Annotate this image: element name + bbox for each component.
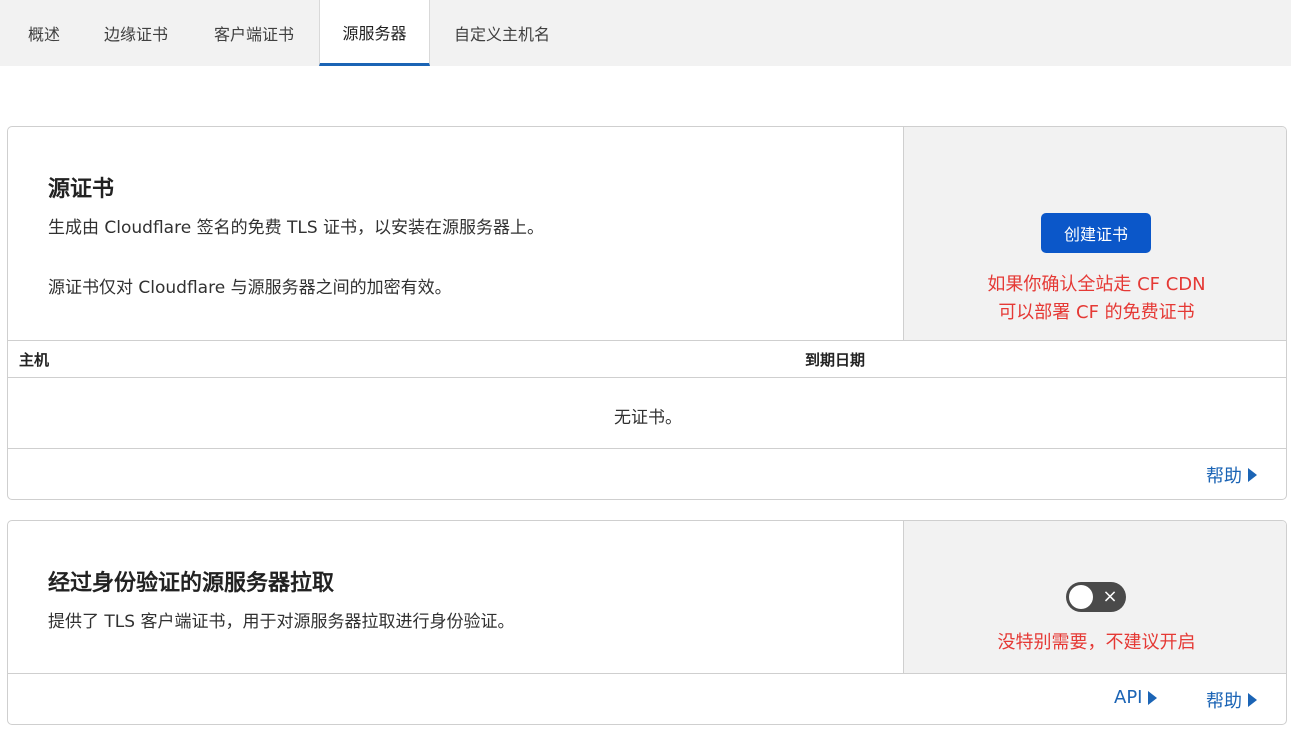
- empty-state-message: 无证书。: [614, 408, 682, 428]
- link-label: 帮助: [1206, 691, 1242, 712]
- tab-label: 客户端证书: [213, 25, 294, 44]
- link-label: API: [1114, 687, 1143, 708]
- help-link[interactable]: 帮助: [1206, 462, 1257, 488]
- caret-right-icon: [1248, 693, 1257, 707]
- divider: [8, 448, 1286, 449]
- link-label: 帮助: [1206, 466, 1242, 487]
- tab-overview[interactable]: 概述: [8, 0, 80, 66]
- tab-bar: 概述 边缘证书 客户端证书 源服务器 自定义主机名: [0, 0, 1291, 66]
- caret-right-icon: [1248, 468, 1257, 482]
- card-description: 生成由 Cloudflare 签名的免费 TLS 证书，以安装在源服务器上。: [48, 218, 545, 238]
- toggle-knob: [1069, 585, 1093, 609]
- origin-certificates-card: 源证书 生成由 Cloudflare 签名的免费 TLS 证书，以安装在源服务器…: [7, 126, 1287, 500]
- card-description: 源证书仅对 Cloudflare 与源服务器之间的加密有效。: [48, 278, 452, 298]
- create-certificate-button[interactable]: 创建证书: [1041, 213, 1151, 253]
- tab-origin-server[interactable]: 源服务器: [319, 0, 430, 66]
- annotation-note: 没特别需要，不建议开启: [997, 632, 1196, 653]
- caret-right-icon: [1148, 690, 1158, 705]
- api-link[interactable]: API: [1114, 687, 1158, 708]
- tab-edge-certificates[interactable]: 边缘证书: [84, 0, 188, 66]
- note-line: 可以部署 CF 的免费证书: [998, 302, 1195, 323]
- divider: [8, 673, 1286, 674]
- tab-label: 边缘证书: [103, 25, 168, 44]
- card-title: 源证书: [48, 177, 115, 202]
- origin-cert-info: 源证书 生成由 Cloudflare 签名的免费 TLS 证书，以安装在源服务器…: [8, 127, 903, 340]
- tab-label: 概述: [27, 25, 60, 44]
- annotation-note: 如果你确认全站走 CF CDN 可以部署 CF 的免费证书: [904, 271, 1286, 327]
- card-title: 经过身份验证的源服务器拉取: [48, 571, 335, 596]
- authenticated-origin-pulls-card: 经过身份验证的源服务器拉取 提供了 TLS 客户端证书，用于对源服务器拉取进行身…: [7, 520, 1287, 725]
- divider: [8, 377, 1286, 378]
- card-description: 提供了 TLS 客户端证书，用于对源服务器拉取进行身份验证。: [48, 612, 515, 632]
- note-line: 如果你确认全站走 CF CDN: [987, 274, 1206, 295]
- column-header-host[interactable]: 主机: [19, 349, 49, 370]
- origin-cert-actions: 创建证书 如果你确认全站走 CF CDN 可以部署 CF 的免费证书: [903, 127, 1286, 340]
- tab-label: 源服务器: [342, 23, 407, 43]
- auth-pull-info: 经过身份验证的源服务器拉取 提供了 TLS 客户端证书，用于对源服务器拉取进行身…: [8, 521, 903, 673]
- auth-pull-toggle[interactable]: ×: [1066, 582, 1126, 612]
- close-icon: ×: [1102, 586, 1118, 607]
- column-header-expiry[interactable]: 到期日期: [805, 349, 865, 370]
- help-link[interactable]: 帮助: [1206, 687, 1257, 713]
- auth-pull-actions: × 没特别需要，不建议开启: [903, 521, 1286, 673]
- tab-client-certificates[interactable]: 客户端证书: [194, 0, 314, 66]
- tab-custom-hostnames[interactable]: 自定义主机名: [434, 0, 570, 66]
- tab-label: 自定义主机名: [453, 25, 550, 44]
- divider: [8, 340, 1286, 341]
